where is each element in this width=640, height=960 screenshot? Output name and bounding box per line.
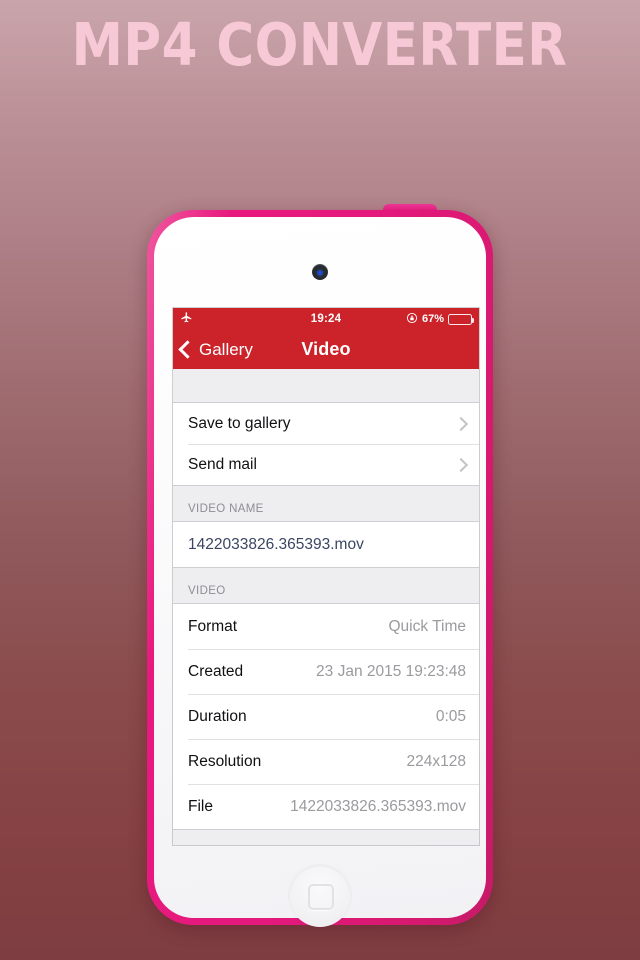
video-name-group: 1422033826.365393.mov <box>173 522 479 567</box>
status-bar: 19:24 67% <box>173 308 479 330</box>
row-value: 224x128 <box>406 752 466 770</box>
row-label: File <box>188 797 213 815</box>
divider <box>173 829 479 830</box>
row-label: Resolution <box>188 752 262 770</box>
row-value: Quick Time <box>388 617 466 635</box>
row-resolution: Resolution 224x128 <box>173 739 479 784</box>
row-send-mail[interactable]: Send mail <box>173 444 479 485</box>
row-file: File 1422033826.365393.mov <box>173 784 479 829</box>
banner-title: MP4 CONVERTER <box>72 9 568 79</box>
back-button[interactable]: Gallery <box>178 339 253 360</box>
chevron-right-icon <box>453 457 469 472</box>
front-camera-icon <box>312 264 328 280</box>
rounded-square-icon <box>308 884 334 910</box>
video-info-group: Format Quick Time Created 23 Jan 2015 19… <box>173 604 479 829</box>
phone-bezel: 19:24 67% Gallery Video Save to gallery … <box>147 210 493 927</box>
row-label: Created <box>188 662 244 680</box>
section-header-video-name: VIDEO NAME <box>173 486 479 521</box>
section-header-video: VIDEO <box>173 568 479 603</box>
status-bar-right: 67% <box>406 312 474 327</box>
phone-front-panel: 19:24 67% Gallery Video Save to gallery … <box>154 217 486 927</box>
navigation-bar: Gallery Video <box>173 330 479 369</box>
row-video-name[interactable]: 1422033826.365393.mov <box>173 522 479 567</box>
phone-screen: 19:24 67% Gallery Video Save to gallery … <box>173 308 479 845</box>
chevron-right-icon <box>453 416 469 431</box>
battery-percent-label: 67% <box>421 313 444 325</box>
actions-group: Save to gallery Send mail <box>173 403 479 485</box>
row-value: 23 Jan 2015 19:23:48 <box>316 662 466 680</box>
row-label: Send mail <box>188 455 257 473</box>
divider <box>173 485 479 486</box>
row-value: 1422033826.365393.mov <box>290 797 466 815</box>
row-save-to-gallery[interactable]: Save to gallery <box>173 403 479 444</box>
settings-table: Save to gallery Send mail VIDEO NAME 142… <box>173 369 479 845</box>
back-button-label: Gallery <box>199 339 253 359</box>
row-label: Save to gallery <box>188 414 291 432</box>
home-button[interactable] <box>289 865 351 927</box>
rotation-lock-icon <box>406 312 418 327</box>
row-duration: Duration 0:05 <box>173 694 479 739</box>
video-name-value: 1422033826.365393.mov <box>188 535 364 553</box>
row-label: Format <box>188 617 238 635</box>
app-banner: MP4 CONVERTER <box>0 0 640 88</box>
row-label: Duration <box>188 707 247 725</box>
section-gap-top <box>173 369 479 402</box>
row-format: Format Quick Time <box>173 604 479 649</box>
chevron-left-icon <box>178 340 197 359</box>
battery-icon <box>448 313 474 325</box>
row-created: Created 23 Jan 2015 19:23:48 <box>173 649 479 694</box>
divider <box>173 567 479 568</box>
row-value: 0:05 <box>435 707 466 725</box>
phone-mockup: 19:24 67% Gallery Video Save to gallery … <box>147 204 493 927</box>
